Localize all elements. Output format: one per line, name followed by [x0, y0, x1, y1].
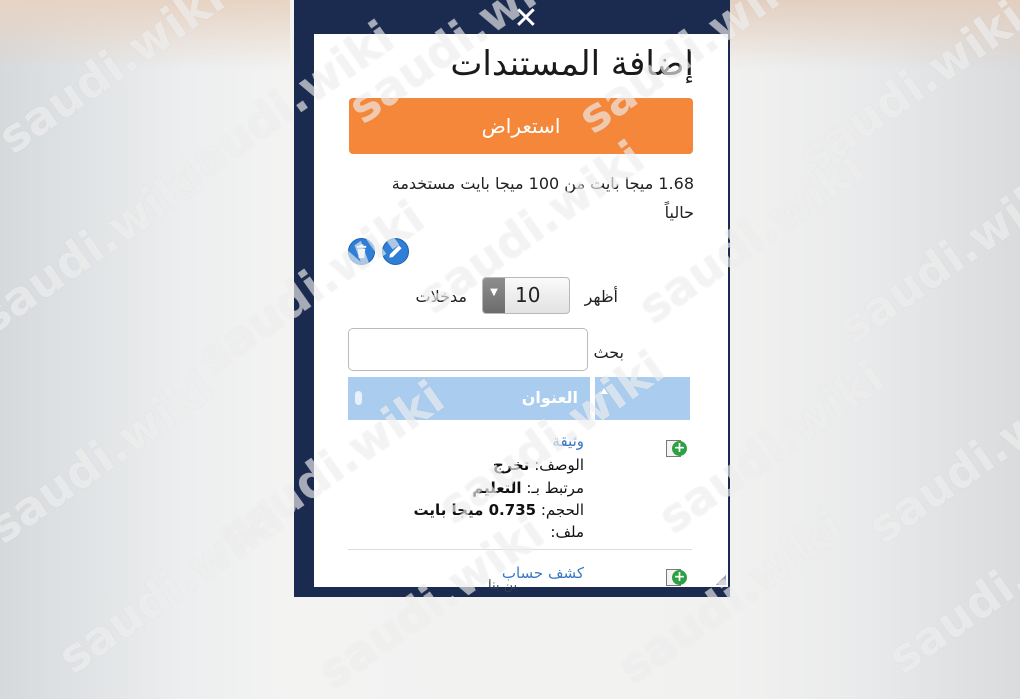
table-row: + وثيقة الوصف: تخرج مرتبط بـ: التعليم ال…	[348, 432, 692, 550]
sort-indicator-icon	[355, 391, 362, 405]
column-title-label: العنوان	[521, 388, 578, 407]
resize-handle[interactable]	[716, 575, 726, 585]
pencil-icon	[389, 245, 402, 258]
expand-plus-icon: +	[672, 569, 687, 585]
search-input[interactable]	[348, 328, 588, 371]
background-top-right	[730, 0, 1020, 70]
page-length-select[interactable]: ▼ 10	[482, 277, 570, 314]
search-label: بحث	[593, 343, 625, 362]
entries-label: مدخلات	[415, 287, 467, 306]
watermark-text: saudi.wiki	[0, 359, 224, 555]
watermark-text: saudi.wiki	[858, 359, 1020, 555]
linked-label: مرتبط بـ:	[526, 479, 584, 497]
browse-button[interactable]: استعراض	[349, 98, 693, 154]
linked-value: التعليم	[472, 479, 522, 497]
size-line: الحجم: 0.735 ميجا بايت	[414, 501, 584, 519]
add-documents-dialog: إضافة المستندات استعراض 1.68 ميجا بايت م…	[314, 34, 728, 587]
sort-arrow-icon	[600, 388, 608, 394]
expand-row-button[interactable]: +	[666, 440, 687, 457]
watermark-text: saudi.wiki	[878, 489, 1020, 685]
delete-button[interactable]	[348, 238, 375, 265]
watermark-text: saudi.wiki	[0, 149, 214, 345]
linked-line: مرتبط بـ: التعليم	[472, 479, 584, 497]
file-line: ملف:	[550, 523, 584, 541]
document-type-link[interactable]: وثيقة	[552, 432, 584, 450]
edit-button[interactable]	[382, 238, 409, 265]
table-row: + كشف حساب	[348, 561, 692, 587]
show-entries-label: أظهر	[584, 287, 618, 306]
background-top-left	[0, 0, 290, 70]
expand-row-button[interactable]: +	[666, 569, 687, 586]
close-icon[interactable]: ✕	[513, 1, 538, 36]
column-header-title[interactable]: العنوان	[348, 377, 590, 420]
expand-plus-icon: +	[672, 440, 687, 456]
close-button[interactable]: ✕	[509, 3, 543, 35]
storage-usage-text: 1.68 ميجا بايت من 100 ميجا بايت مستخدمة …	[391, 174, 694, 222]
file-label: ملف:	[550, 523, 584, 541]
size-value: 0.735 ميجا بايت	[413, 501, 537, 519]
watermark-text: saudi.wiki	[828, 159, 1020, 355]
dialog-title: إضافة المستندات	[450, 44, 694, 84]
description-label: الوصف:	[534, 456, 584, 474]
trash-icon	[356, 244, 367, 259]
chevron-down-icon[interactable]: ▼	[483, 278, 505, 313]
cut-off-text: بن بنا	[488, 578, 518, 593]
table-header: العنوان	[348, 377, 690, 420]
column-header-control[interactable]	[595, 377, 690, 420]
page-length-value: 10	[515, 283, 541, 307]
watermark-text: saudi.wiki	[48, 489, 294, 685]
description-value: تخرج	[492, 456, 530, 474]
size-label: الحجم:	[540, 501, 584, 519]
description-line: الوصف: تخرج	[493, 456, 584, 474]
